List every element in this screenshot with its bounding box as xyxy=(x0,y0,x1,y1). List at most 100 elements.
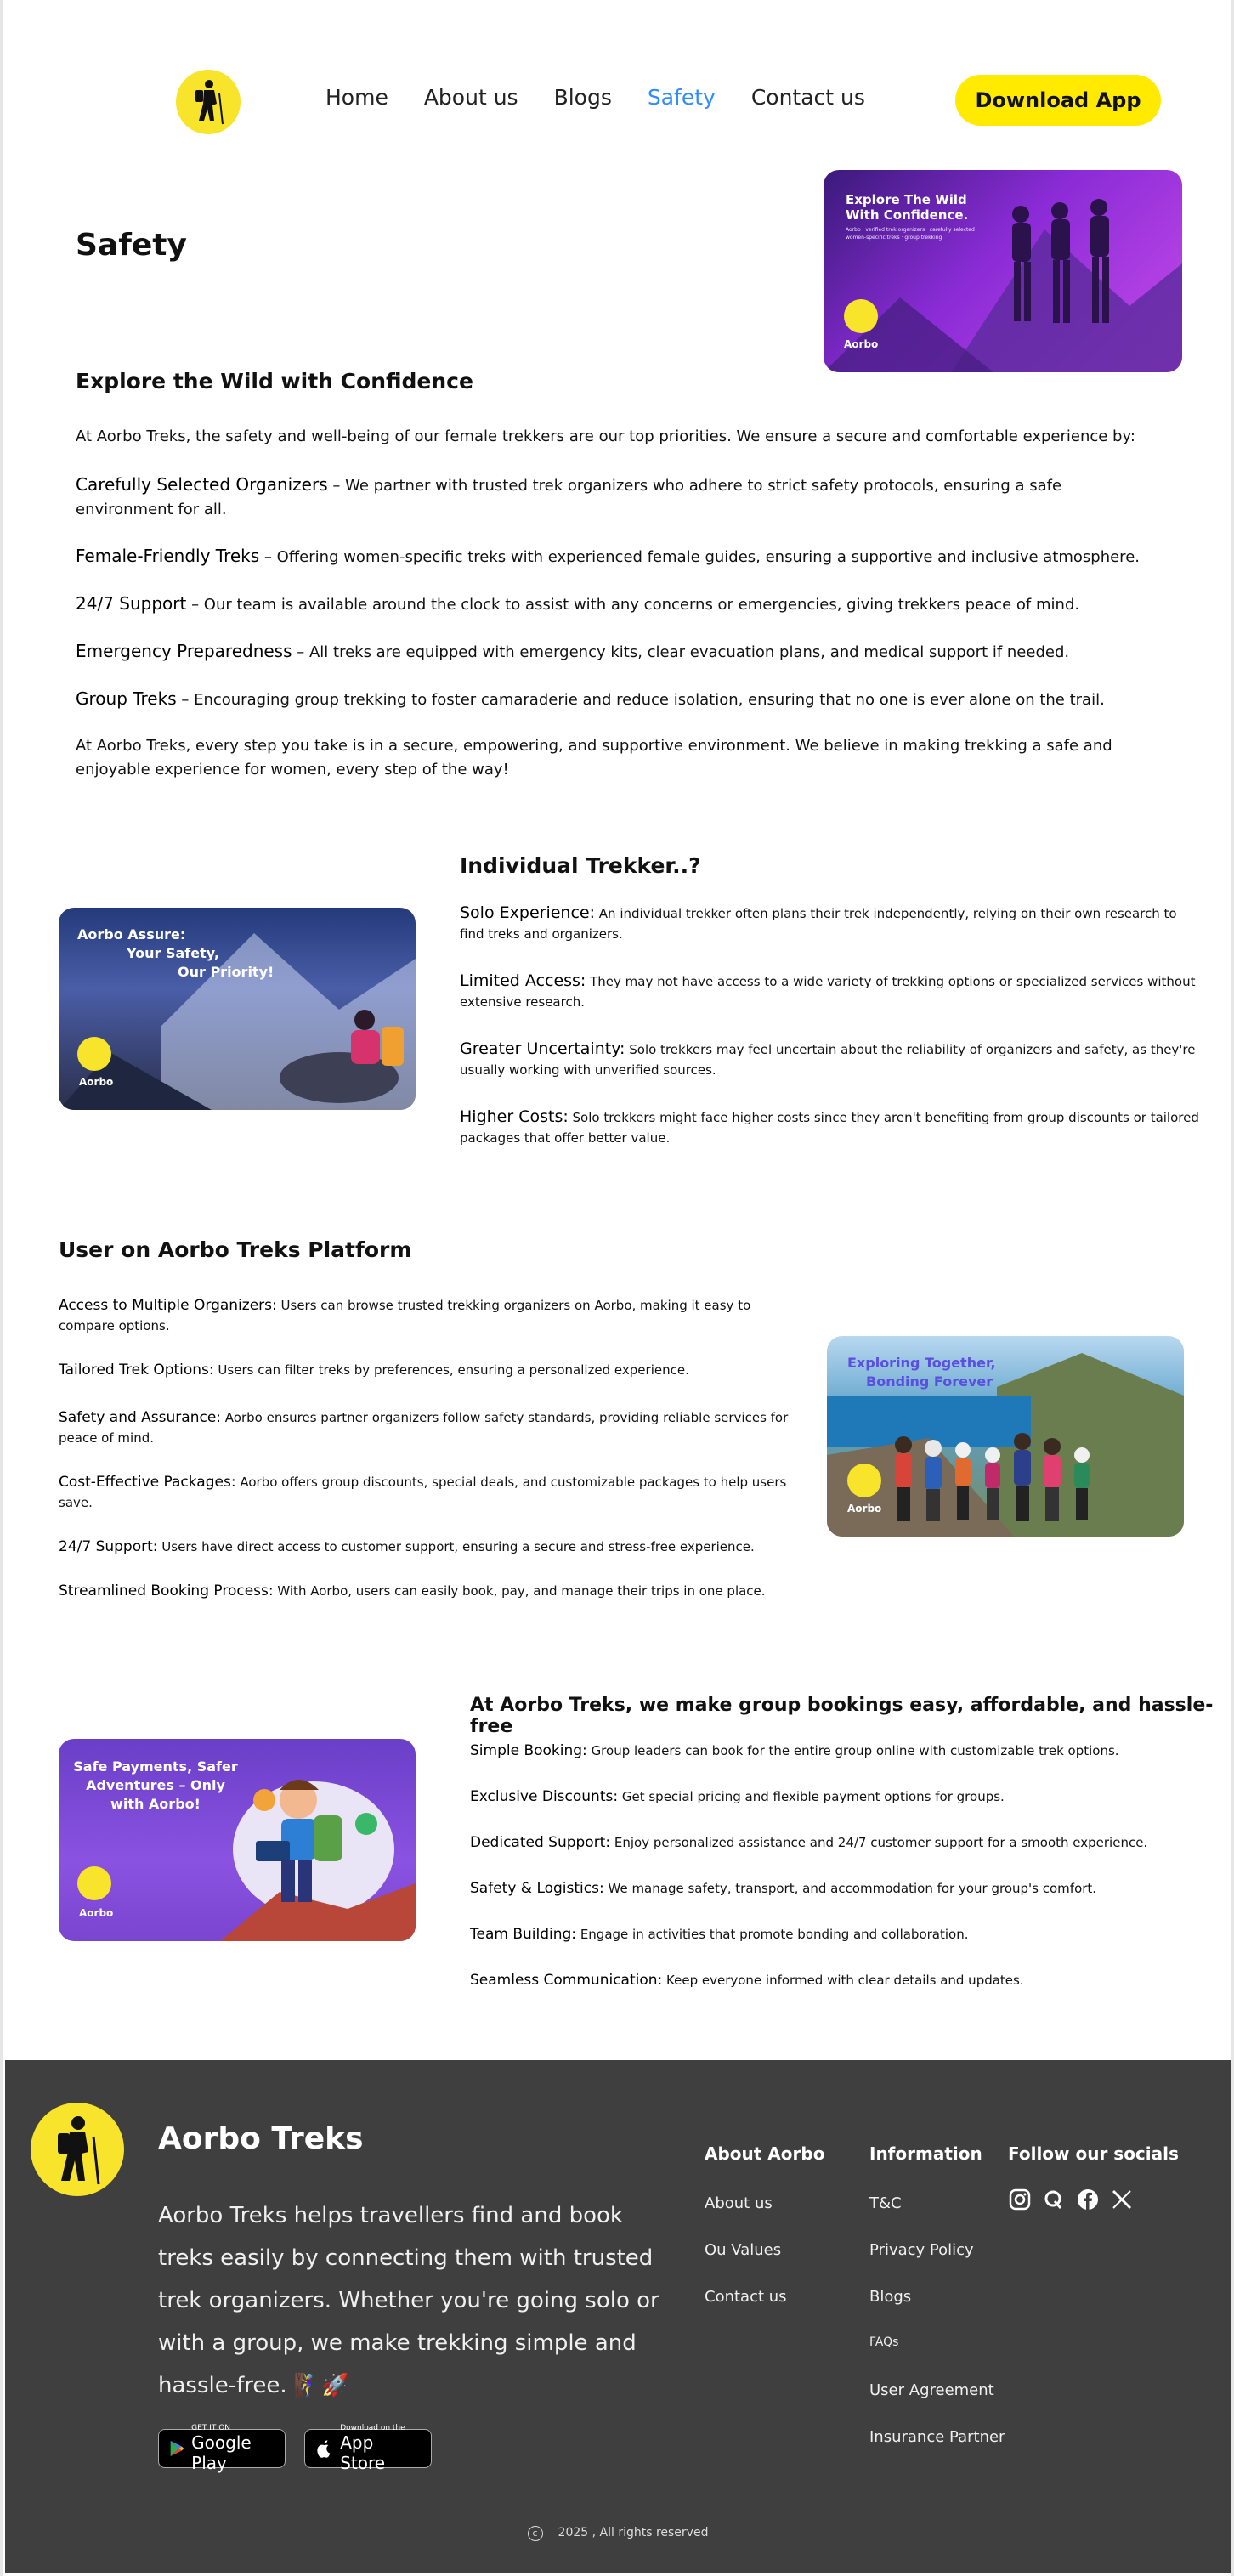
app-store-small: Download on the xyxy=(340,2424,405,2432)
group-card-logo-icon xyxy=(77,1866,111,1900)
group-point: Team Building: Engage in activities that… xyxy=(470,1924,1201,1945)
footer-link-tc[interactable]: T&C xyxy=(869,2194,902,2212)
footer-link-privacy[interactable]: Privacy Policy xyxy=(869,2241,974,2259)
main-nav: Home About us Blogs Safety Contact us xyxy=(325,85,865,110)
page-title: Safety xyxy=(76,228,187,263)
footer-link-values[interactable]: Ou Values xyxy=(705,2241,781,2259)
footer-link-about-us[interactable]: About us xyxy=(705,2194,773,2212)
point-text: Get special pricing and flexible payment… xyxy=(621,1789,1005,1804)
footer-link-faqs[interactable]: FAQs xyxy=(869,2335,898,2349)
footer-social-title: Follow our socials xyxy=(1008,2143,1179,2164)
safety-intro: At Aorbo Treks, the safety and well-bein… xyxy=(76,427,1135,445)
nav-blogs[interactable]: Blogs xyxy=(554,85,612,110)
point-text: Engage in activities that promote bondin… xyxy=(580,1927,969,1942)
platform-point: Tailored Trek Options: Users can filter … xyxy=(59,1360,790,1380)
platform-card-brand: Aorbo xyxy=(847,1503,882,1514)
footer-about-title: About Aorbo xyxy=(705,2143,825,2164)
footer-link-contact-us[interactable]: Contact us xyxy=(705,2288,787,2306)
point-title: Safety & Logistics: xyxy=(470,1880,604,1897)
point-title: Tailored Trek Options: xyxy=(59,1362,214,1379)
logo[interactable] xyxy=(176,70,241,134)
group-point: Simple Booking: Group leaders can book f… xyxy=(470,1741,1201,1761)
point-text: Group leaders can book for the entire gr… xyxy=(591,1743,1119,1758)
hero-card-logo-icon xyxy=(844,299,878,333)
separator: – xyxy=(176,691,195,709)
individual-image-card: Aorbo Assure: Your Safety, Our Priority!… xyxy=(59,908,416,1110)
individual-point: Higher Costs: Solo trekkers might face h… xyxy=(460,1107,1199,1148)
footer-logo[interactable] xyxy=(31,2103,124,2196)
point-title: Higher Costs: xyxy=(460,1107,569,1126)
nav-home[interactable]: Home xyxy=(325,85,388,110)
safety-point-text: All treks are equipped with emergency ki… xyxy=(308,643,1070,661)
platform-point: 24/7 Support: Users have direct access t… xyxy=(59,1537,790,1557)
safety-point: Female-Friendly Treks – Offering women-s… xyxy=(76,544,1180,569)
google-play-button[interactable]: GET IT ON Google Play xyxy=(158,2424,286,2473)
app-store-big: App Store xyxy=(340,2432,386,2473)
x-icon[interactable] xyxy=(1110,2188,1134,2211)
separator: – xyxy=(327,477,346,495)
safety-point-title: Carefully Selected Organizers xyxy=(76,474,328,495)
nav-contact-us[interactable]: Contact us xyxy=(751,85,865,110)
point-title: Safety and Assurance: xyxy=(59,1409,222,1426)
quora-icon[interactable] xyxy=(1042,2188,1066,2211)
safety-point-title: Emergency Preparedness xyxy=(76,641,292,661)
group-title: At Aorbo Treks, we make group bookings e… xyxy=(470,1695,1214,1737)
footer-description: Aorbo Treks helps travellers find and bo… xyxy=(158,2203,659,2398)
separator: – xyxy=(259,548,277,566)
safety-point: Emergency Preparedness – All treks are e… xyxy=(76,639,1180,665)
point-title: Simple Booking: xyxy=(470,1742,587,1759)
safety-point-text: Offering women-specific treks with exper… xyxy=(276,548,1140,566)
individual-point: Greater Uncertainty: Solo trekkers may f… xyxy=(460,1039,1199,1080)
point-title: Greater Uncertainty: xyxy=(460,1039,625,1058)
group-point: Exclusive Discounts: Get special pricing… xyxy=(470,1786,1201,1807)
google-play-icon xyxy=(170,2440,184,2457)
google-play-big: Google Play xyxy=(191,2432,252,2473)
group-point: Seamless Communication: Keep everyone in… xyxy=(470,1970,1201,1990)
group-point: Safety & Logistics: We manage safety, tr… xyxy=(470,1878,1201,1899)
point-title: Seamless Communication: xyxy=(470,1972,663,1989)
separator: – xyxy=(292,643,309,661)
app-store-button[interactable]: Download on the App Store xyxy=(304,2424,432,2473)
platform-title: User on Aorbo Treks Platform xyxy=(59,1237,412,1262)
group-card-brand: Aorbo xyxy=(79,1907,114,1919)
hiker-icon xyxy=(58,2116,100,2185)
point-title: Dedicated Support: xyxy=(470,1834,611,1851)
footer-info-title: Information xyxy=(869,2143,982,2164)
individual-card-heading2: Your Safety, xyxy=(127,945,220,961)
platform-point: Streamlined Booking Process: With Aorbo,… xyxy=(59,1581,824,1601)
footer: Aorbo Treks Aorbo Treks helps travellers… xyxy=(5,2060,1231,2573)
point-text: Users have direct access to customer sup… xyxy=(161,1539,755,1554)
download-app-button[interactable]: Download App xyxy=(955,75,1161,126)
nav-safety[interactable]: Safety xyxy=(648,85,716,110)
footer-link-insurance[interactable]: Insurance Partner xyxy=(869,2428,1005,2446)
platform-card-heading2: Bonding Forever xyxy=(866,1373,993,1390)
facebook-icon[interactable] xyxy=(1076,2188,1100,2211)
point-text: Keep everyone informed with clear detail… xyxy=(666,1973,1024,1988)
individual-point: Solo Experience: An individual trekker o… xyxy=(460,903,1199,944)
nav-about-us[interactable]: About us xyxy=(424,85,518,110)
page: Home About us Blogs Safety Contact us Do… xyxy=(0,0,1234,2576)
safety-point-text: Encouraging group trekking to foster cam… xyxy=(194,691,1105,709)
hero-card-subtext: Aorbo · verified trek organizers · caref… xyxy=(846,227,978,241)
safety-point: Group Treks – Encouraging group trekking… xyxy=(76,687,1180,712)
group-card-heading: Safe Payments, Safer Adventures – Only w… xyxy=(73,1758,238,1812)
point-title: Streamlined Booking Process: xyxy=(59,1582,274,1599)
safety-point-title: 24/7 Support xyxy=(76,593,187,614)
point-text: Solo trekkers might face higher costs si… xyxy=(460,1110,1199,1146)
safety-point-title: Group Treks xyxy=(76,688,177,709)
footer-link-blogs[interactable]: Blogs xyxy=(869,2288,911,2306)
footer-link-user-agreement[interactable]: User Agreement xyxy=(869,2381,994,2399)
individual-card-logo-icon xyxy=(77,1037,111,1071)
individual-point: Limited Access: They may not have access… xyxy=(460,971,1199,1012)
copyright-text: 2025 , All rights reserved xyxy=(558,2526,709,2539)
copyright: c 2025 , All rights reserved xyxy=(5,2526,1231,2541)
individual-card-heading3: Our Priority! xyxy=(178,964,275,980)
point-title: Limited Access: xyxy=(460,971,586,990)
safety-point: Carefully Selected Organizers – We partn… xyxy=(76,473,1087,522)
platform-image-card: Exploring Together, Bonding Forever Aorb… xyxy=(827,1336,1184,1537)
point-title: 24/7 Support: xyxy=(59,1538,158,1555)
point-text: Enjoy personalized assistance and 24/7 c… xyxy=(614,1835,1148,1850)
point-title: Solo Experience: xyxy=(460,903,595,922)
safety-subtitle: Explore the Wild with Confidence xyxy=(76,369,473,393)
instagram-icon[interactable] xyxy=(1008,2188,1032,2211)
